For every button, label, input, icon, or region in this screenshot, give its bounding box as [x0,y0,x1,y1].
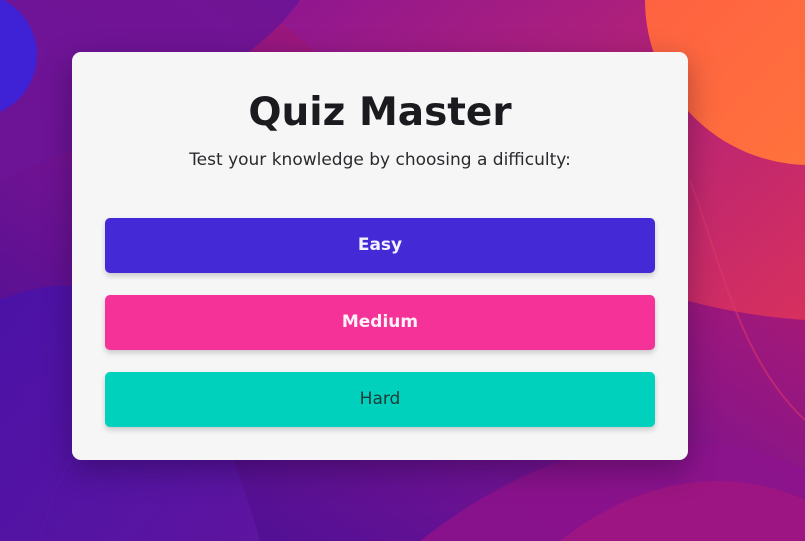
medium-button[interactable]: Medium [105,295,655,350]
hard-button[interactable]: Hard [105,372,655,427]
easy-button[interactable]: Easy [105,218,655,273]
difficulty-card: Quiz Master Test your knowledge by choos… [72,52,688,460]
app-title: Quiz Master [248,90,512,135]
app-subtitle: Test your knowledge by choosing a diffic… [189,150,571,170]
